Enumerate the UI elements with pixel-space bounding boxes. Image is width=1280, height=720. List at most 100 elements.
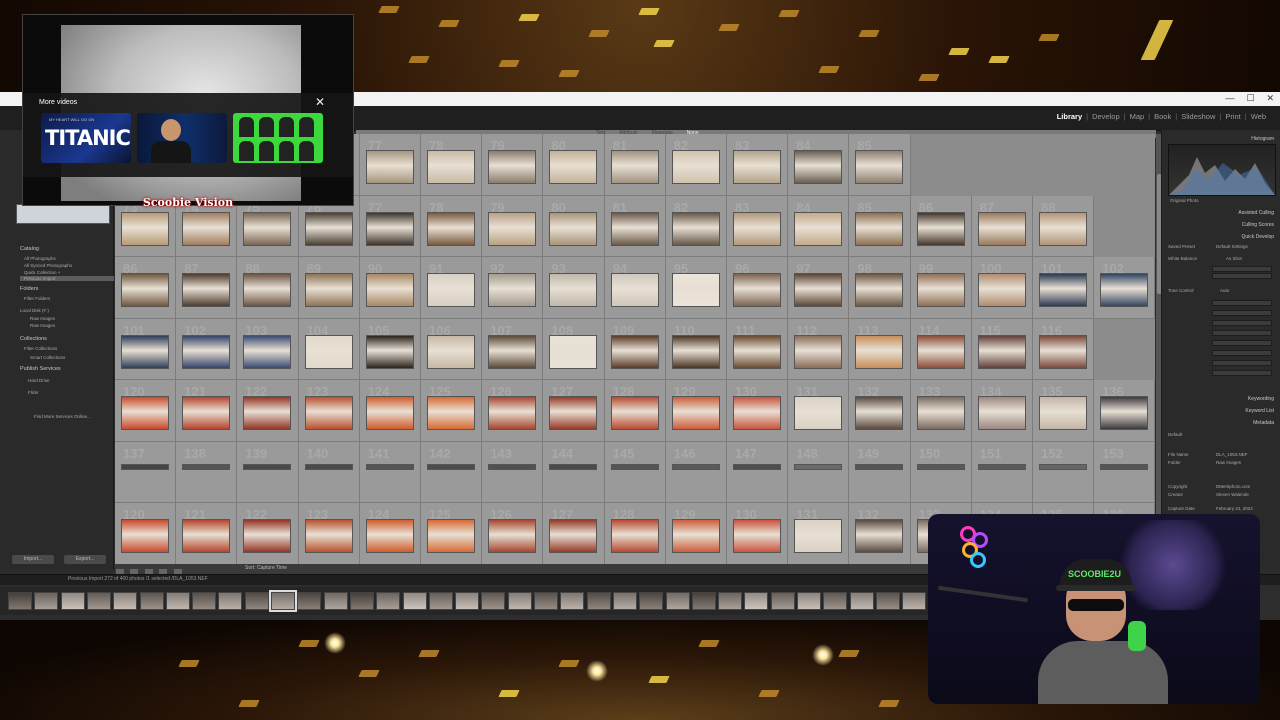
grid-cell[interactable]: 101 [1033,257,1095,319]
photo-thumbnail[interactable] [427,463,475,470]
photo-thumbnail[interactable] [304,519,353,553]
grid-cell[interactable]: 149 [849,441,911,503]
grid-cell[interactable]: 125 [421,503,483,564]
grid-cell[interactable]: 142 [421,441,483,503]
grid-cell[interactable]: 121 [176,503,238,564]
close-icon[interactable]: ✕ [315,95,325,109]
grid-cell[interactable]: 86 [115,257,177,319]
grid-cell[interactable]: 85 [849,195,911,257]
grid-cell[interactable]: 123 [298,380,360,442]
photo-thumbnail[interactable] [182,519,231,553]
photo-thumbnail[interactable] [977,211,1026,246]
grid-cell[interactable]: 78 [421,195,483,257]
photo-thumbnail[interactable] [610,211,659,246]
catalog-header[interactable]: Catalog [20,246,39,252]
photo-thumbnail[interactable] [977,396,1026,430]
photo-thumbnail[interactable] [916,463,965,470]
grid-cell[interactable]: 120 [115,503,177,564]
publish-services-header[interactable]: Publish Services [20,366,61,372]
grid-cell[interactable]: 82 [665,195,727,257]
photo-thumbnail[interactable] [549,150,598,184]
photo-thumbnail[interactable] [733,463,781,470]
photo-thumbnail[interactable] [794,334,843,369]
photo-thumbnail[interactable] [977,273,1026,307]
grid-cell[interactable]: 123 [298,503,360,564]
grid-cell[interactable]: 106 [421,318,483,380]
grid-cell[interactable]: 81 [604,195,666,257]
grid-cell[interactable]: 107 [482,318,544,380]
grid-cell[interactable]: 116 [1033,318,1095,380]
photo-thumbnail[interactable] [427,273,475,307]
photo-thumbnail[interactable] [916,211,965,246]
grid-cell[interactable]: 122 [237,380,299,442]
grid-cell[interactable]: 100 [971,257,1033,319]
keyword-list-header[interactable]: Keyword List [1245,408,1274,414]
photo-thumbnail[interactable] [121,463,169,470]
photo-thumbnail[interactable] [365,396,414,430]
grid-cell[interactable]: 126 [482,503,544,564]
filmstrip-thumbnail[interactable] [34,592,59,610]
publish-item[interactable]: Hard Drive [28,378,50,383]
grid-cell[interactable]: 130 [727,503,789,564]
grid-cell[interactable]: 101 [115,318,177,380]
photo-thumbnail[interactable] [243,334,292,369]
catalog-item[interactable]: All Synced Photographs [24,263,72,268]
photo-thumbnail[interactable] [610,519,659,553]
grid-cell[interactable]: 134 [971,380,1033,442]
filmstrip-thumbnail[interactable] [323,592,348,610]
filmstrip-thumbnail[interactable] [639,592,664,610]
copyright-field[interactable]: DMeritphoto.com [1216,484,1250,489]
grid-cell[interactable]: 105 [359,318,421,380]
photo-thumbnail[interactable] [1039,273,1087,307]
grid-cell[interactable]: 87 [176,257,238,319]
auto-tone-button[interactable]: Auto [1220,288,1229,293]
filmstrip-thumbnail[interactable] [349,592,374,610]
photo-thumbnail[interactable] [1100,273,1149,307]
photo-thumbnail[interactable] [733,273,781,307]
tint-stepper[interactable] [1212,273,1272,279]
photo-thumbnail[interactable] [855,463,904,470]
histogram-header[interactable]: Histogram [1251,136,1274,142]
filmstrip-thumbnail[interactable] [665,592,690,610]
filmstrip-thumbnail[interactable] [849,592,874,610]
import-button[interactable]: Import... [12,555,54,564]
photo-thumbnail[interactable] [549,519,598,553]
photo-thumbnail[interactable] [488,334,537,369]
photo-thumbnail[interactable] [977,463,1026,470]
grid-cell[interactable]: 124 [359,380,421,442]
filmstrip-thumbnail[interactable] [86,592,111,610]
highlights-stepper[interactable] [1212,320,1272,326]
filmstrip-thumbnail[interactable] [718,592,743,610]
grid-cell[interactable]: 115 [971,318,1033,380]
photo-thumbnail[interactable] [1100,396,1149,430]
filmstrip-thumbnail[interactable] [297,592,322,610]
photo-thumbnail[interactable] [365,519,414,553]
photo-thumbnail[interactable] [916,273,965,307]
grid-cell[interactable]: 137 [115,441,177,503]
photo-thumbnail[interactable] [549,211,598,246]
filmstrip-thumbnail[interactable] [612,592,637,610]
photo-thumbnail[interactable] [671,463,720,470]
module-slideshow[interactable]: Slideshow [1181,112,1215,121]
photo-thumbnail[interactable] [488,463,537,470]
grid-cell[interactable]: 146 [665,441,727,503]
grid-cell[interactable]: 77 [359,195,421,257]
grid-cell[interactable]: 99 [910,257,972,319]
filmstrip-thumbnail[interactable] [244,592,269,610]
photo-thumbnail[interactable] [733,519,781,553]
assisted-culling-header[interactable]: Assisted Culling [1238,210,1274,216]
photo-thumbnail[interactable] [671,150,720,184]
photo-thumbnail[interactable] [794,273,843,307]
photo-thumbnail[interactable] [1039,334,1087,369]
filmstrip-thumbnail[interactable] [269,590,297,612]
grid-cell[interactable]: 135 [1033,380,1095,442]
photo-thumbnail[interactable] [1039,463,1087,470]
grid-cell[interactable]: 128 [604,503,666,564]
grid-cell[interactable]: 94 [604,257,666,319]
photo-thumbnail[interactable] [855,273,904,307]
photo-thumbnail[interactable] [671,519,720,553]
metadata-preset-select[interactable]: Default [1168,432,1182,437]
photo-thumbnail[interactable] [794,396,843,430]
filmstrip-thumbnail[interactable] [875,592,900,610]
photo-thumbnail[interactable] [794,463,843,470]
